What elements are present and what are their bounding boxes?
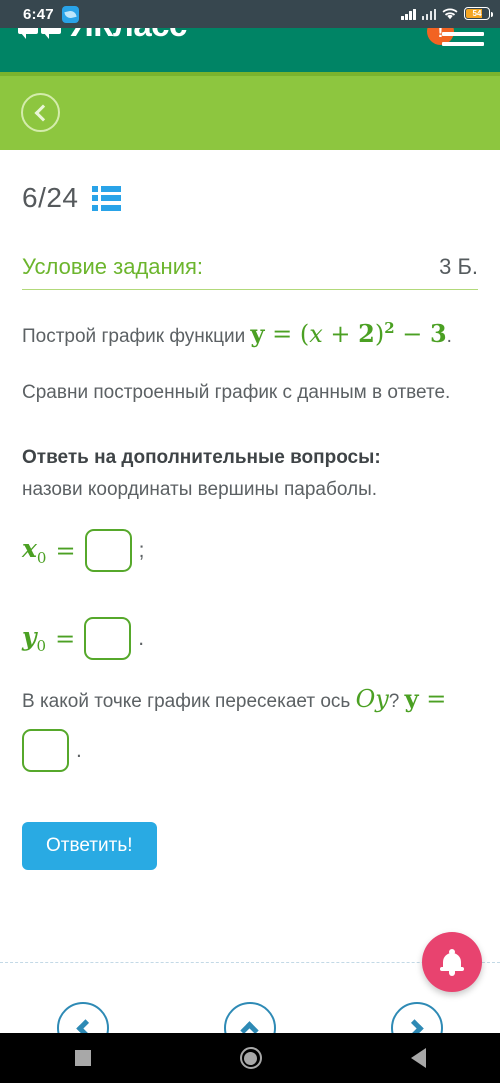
message-app-icon bbox=[61, 5, 79, 23]
triangle-back-icon[interactable] bbox=[410, 1048, 426, 1068]
status-bar-time: 6:47 bbox=[23, 5, 54, 23]
x0-equals: = bbox=[55, 536, 76, 565]
formula-open-paren: ( bbox=[299, 320, 310, 348]
status-bar-icons: 54 bbox=[401, 7, 493, 21]
oy-answer-row: . bbox=[22, 729, 478, 773]
oy-question-suffix: ? bbox=[388, 691, 405, 713]
y0-equals: = bbox=[55, 624, 76, 653]
extra-questions-title: Ответь на дополнительные вопросы: bbox=[22, 447, 381, 469]
circle-home-icon[interactable] bbox=[239, 1047, 262, 1069]
compare-line: Сравни построенный график с данным в отв… bbox=[22, 381, 451, 403]
formula-minus: − bbox=[402, 320, 423, 348]
square-recents-icon[interactable] bbox=[74, 1050, 91, 1066]
oy-punctuation: . bbox=[76, 738, 82, 762]
points-badge: 3 Б. bbox=[439, 254, 478, 279]
task-formula: y = (x + 2)2 − 3 bbox=[250, 319, 447, 348]
chevron-left-icon bbox=[34, 104, 51, 121]
back-button[interactable] bbox=[21, 93, 60, 132]
task-counter-row: 6/24 bbox=[22, 182, 478, 214]
task-prompt: Построй график функции y = (x + 2)2 − 3. bbox=[22, 317, 478, 352]
formula-period: . bbox=[446, 326, 452, 347]
x0-answer-row: x0 = ; bbox=[22, 529, 478, 573]
oy-question: В какой точке график пересекает ось Oy? … bbox=[22, 682, 478, 717]
extra-questions-sub: назови координаты вершины параболы. bbox=[22, 478, 378, 500]
task-prompt-prefix: Построй график функции bbox=[22, 326, 251, 347]
android-navigation-bar bbox=[0, 1033, 500, 1083]
cellular-signal-icon bbox=[401, 7, 416, 20]
y0-input[interactable] bbox=[84, 617, 132, 661]
x0-input[interactable] bbox=[84, 529, 132, 573]
formula-x: x bbox=[309, 320, 323, 348]
oy-question-prefix: В какой точке график пересекает ось bbox=[22, 691, 356, 713]
cellular-signal-secondary-icon bbox=[421, 7, 436, 20]
oy-y-symbol: y = bbox=[404, 684, 447, 714]
y0-label: y0 bbox=[22, 622, 47, 656]
battery-level: 54 bbox=[472, 8, 482, 18]
task-list-icon[interactable] bbox=[91, 185, 121, 211]
notification-bell-icon bbox=[440, 949, 464, 976]
submit-button[interactable]: Ответить! bbox=[22, 822, 157, 871]
oy-input[interactable] bbox=[22, 729, 69, 773]
x0-label: x0 bbox=[22, 534, 47, 568]
y0-answer-row: y0 = . bbox=[22, 617, 478, 661]
formula-eq: = bbox=[272, 320, 293, 348]
y0-punctuation: . bbox=[138, 626, 145, 650]
formula-y: y bbox=[250, 319, 265, 348]
condition-header: Условие задания: 3 Б. bbox=[22, 254, 478, 290]
battery-icon: 54 bbox=[464, 7, 493, 20]
status-bar: 6:47 54 bbox=[0, 0, 500, 28]
x0-punctuation: ; bbox=[138, 538, 145, 562]
notification-fab[interactable] bbox=[422, 932, 482, 992]
app-root: ЯКласс ! 6:47 bbox=[0, 0, 500, 1083]
wifi-icon bbox=[442, 7, 458, 20]
formula-plus: + bbox=[330, 320, 351, 348]
green-subheader bbox=[0, 72, 500, 150]
condition-label: Условие задания: bbox=[22, 254, 204, 279]
formula-close-paren: ) bbox=[374, 320, 385, 348]
formula-two: 2 bbox=[358, 319, 375, 348]
formula-three: 3 bbox=[429, 319, 447, 348]
task-content: 6/24 Условие задания: 3 Б. Построй графи… bbox=[0, 150, 500, 871]
formula-exponent: 2 bbox=[384, 319, 395, 337]
task-navigation bbox=[0, 1002, 500, 1054]
task-counter: 6/24 bbox=[22, 182, 79, 213]
oy-axis-label: Oy bbox=[355, 685, 389, 714]
